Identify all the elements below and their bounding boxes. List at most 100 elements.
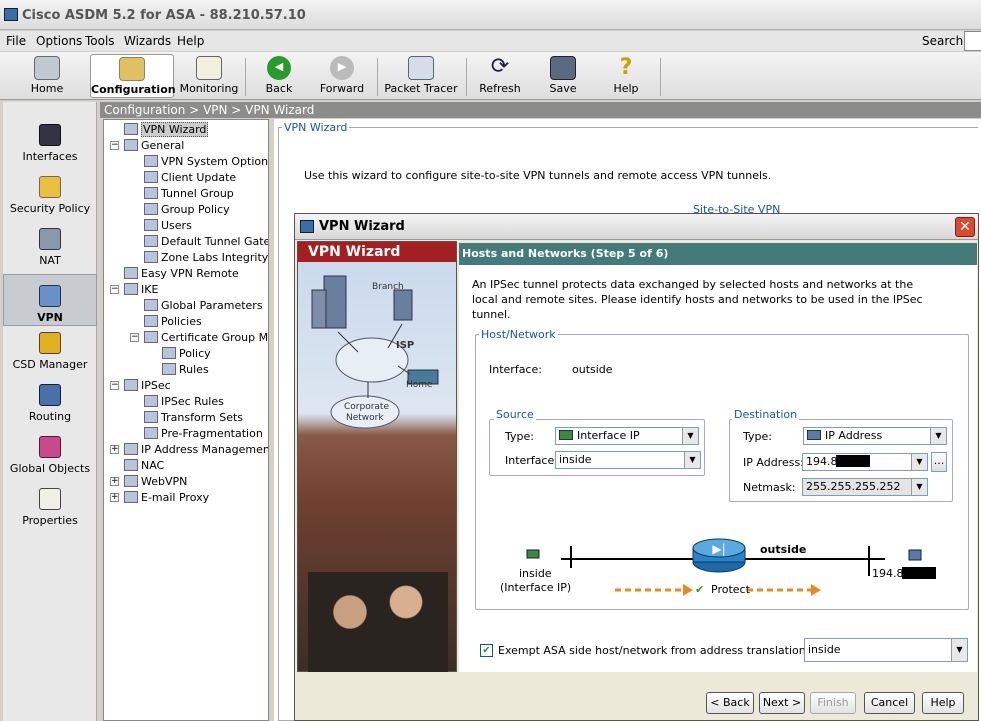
wizard-icon bbox=[124, 123, 138, 135]
tree-item-zone-labs[interactable]: Zone Labs Integrity Se bbox=[144, 250, 268, 266]
redaction-bar bbox=[901, 567, 936, 579]
browse-button[interactable]: ... bbox=[931, 452, 947, 472]
finish-button[interactable]: Finish bbox=[810, 692, 856, 714]
help-button[interactable]: ? Help bbox=[604, 54, 648, 98]
cancel-button[interactable]: Cancel bbox=[864, 692, 915, 714]
tree-item-rules[interactable]: Rules bbox=[162, 362, 209, 378]
packet-tracer-button[interactable]: Packet Tracer bbox=[384, 54, 458, 98]
collapse-toggle[interactable]: − bbox=[110, 141, 119, 150]
parameters-icon bbox=[144, 299, 158, 311]
back-button[interactable]: ◀ Back bbox=[255, 54, 303, 98]
nav-csd-manager[interactable]: CSD Manager bbox=[3, 322, 97, 374]
tree-item-client-update[interactable]: Client Update bbox=[144, 170, 236, 186]
tree-item-default-tunnel-gateway[interactable]: Default Tunnel Gatew bbox=[144, 234, 268, 250]
destination-netmask-select[interactable]: 255.255.255.252 ▼ bbox=[802, 478, 928, 496]
menu-help[interactable]: Help bbox=[177, 34, 204, 48]
exempt-interface-select[interactable]: inside ▼ bbox=[804, 638, 968, 662]
exempt-checkbox[interactable]: ✔ bbox=[480, 644, 493, 657]
destination-type-select[interactable]: IP Address ▼ bbox=[803, 427, 947, 445]
tree-item-ip-address-management[interactable]: IP Address Management bbox=[124, 442, 268, 458]
nav-routing[interactable]: Routing bbox=[3, 374, 97, 426]
back-arrow-icon: ◀ bbox=[267, 56, 291, 80]
dialog-title-bar: VPN Wizard ✕ bbox=[295, 214, 978, 240]
tree-item-policies[interactable]: Policies bbox=[144, 314, 202, 330]
nav-vpn[interactable]: VPN bbox=[3, 274, 97, 326]
help-button[interactable]: Help bbox=[922, 692, 964, 714]
dialog-app-icon bbox=[300, 220, 314, 233]
step-title: Hosts and Networks (Step 5 of 6) bbox=[459, 243, 977, 265]
tree-item-pre-fragmentation[interactable]: Pre-Fragmentation bbox=[144, 426, 263, 442]
banner-label-home: Home bbox=[406, 380, 433, 390]
forward-button[interactable]: ▶ Forward bbox=[318, 54, 366, 98]
chevron-down-icon: ▼ bbox=[684, 452, 700, 468]
source-type-label: Type: bbox=[505, 430, 534, 443]
nav-properties[interactable]: Properties bbox=[3, 478, 97, 530]
monitoring-button[interactable]: Monitoring bbox=[178, 54, 240, 98]
expand-toggle[interactable]: + bbox=[110, 477, 119, 486]
nav-routing-label: Routing bbox=[28, 410, 72, 423]
ip-management-icon bbox=[124, 443, 138, 455]
tree-item-certificate-group[interactable]: Certificate Group Matc bbox=[144, 330, 268, 346]
next-button[interactable]: Next > bbox=[759, 692, 805, 714]
destination-ip-select[interactable]: 194.8 ▼ bbox=[802, 453, 928, 471]
tree-item-tunnel-group[interactable]: Tunnel Group bbox=[144, 186, 234, 202]
config-tree: VPN Wizard − General VPN System Options … bbox=[103, 119, 269, 721]
chevron-down-icon: ▼ bbox=[930, 428, 946, 444]
destination-ip-label: IP Address: bbox=[743, 456, 804, 469]
menu-options[interactable]: Options bbox=[36, 34, 82, 48]
ip-address-icon bbox=[807, 430, 821, 440]
tree-item-vpn-system-options[interactable]: VPN System Options bbox=[144, 154, 268, 170]
tree-item-vpn-wizard[interactable]: VPN Wizard bbox=[124, 122, 209, 138]
diagram-interface-ip-label: (Interface IP) bbox=[500, 581, 572, 594]
nav-global-objects[interactable]: Global Objects bbox=[3, 426, 97, 478]
expand-toggle[interactable]: + bbox=[110, 493, 119, 502]
expand-toggle[interactable]: + bbox=[110, 445, 119, 454]
source-interface-select[interactable]: inside ▼ bbox=[555, 451, 701, 469]
refresh-button[interactable]: ⟳ Refresh bbox=[476, 54, 524, 98]
destination-netmask-label: Netmask: bbox=[743, 481, 796, 494]
menu-tools[interactable]: Tools bbox=[85, 34, 115, 48]
tree-item-transform-sets[interactable]: Transform Sets bbox=[144, 410, 243, 426]
configuration-button[interactable]: Configuration bbox=[90, 54, 176, 98]
asdm-app-icon bbox=[4, 8, 18, 21]
nav-nat[interactable]: NAT bbox=[3, 218, 97, 270]
collapse-toggle[interactable]: − bbox=[130, 333, 139, 342]
tree-item-ipsec[interactable]: IPSec bbox=[124, 378, 171, 394]
svg-text:▶|: ▶| bbox=[712, 542, 725, 556]
forward-arrow-icon: ▶ bbox=[330, 56, 354, 80]
tree-item-global-parameters[interactable]: Global Parameters bbox=[144, 298, 263, 314]
chevron-down-icon: ▼ bbox=[911, 479, 927, 495]
tree-item-easy-vpn-remote[interactable]: Easy VPN Remote bbox=[124, 266, 239, 282]
nav-security-policy[interactable]: Security Policy bbox=[3, 166, 97, 218]
back-label: Back bbox=[265, 82, 293, 95]
tree-item-general[interactable]: General bbox=[124, 138, 184, 154]
window-title: Cisco ASDM 5.2 for ASA - 88.210.57.10 bbox=[22, 8, 306, 23]
nav-nat-label: NAT bbox=[39, 254, 61, 267]
tree-item-users[interactable]: Users bbox=[144, 218, 192, 234]
tree-item-webvpn[interactable]: WebVPN bbox=[124, 474, 187, 490]
intro-text: Use this wizard to configure site-to-sit… bbox=[304, 169, 772, 182]
close-button[interactable]: ✕ bbox=[955, 217, 975, 237]
tree-item-ike[interactable]: IKE bbox=[124, 282, 158, 298]
banner-title: VPN Wizard bbox=[298, 242, 456, 262]
nav-interfaces[interactable]: Interfaces bbox=[3, 114, 97, 166]
collapse-toggle[interactable]: − bbox=[110, 381, 119, 390]
tree-item-email-proxy[interactable]: E-mail Proxy bbox=[124, 490, 209, 506]
back-button[interactable]: < Back bbox=[706, 692, 754, 714]
source-type-select[interactable]: Interface IP ▼ bbox=[555, 427, 699, 445]
nav-security-policy-label: Security Policy bbox=[9, 202, 91, 215]
search-input[interactable] bbox=[964, 31, 981, 51]
tree-item-group-policy[interactable]: Group Policy bbox=[144, 202, 230, 218]
general-icon bbox=[124, 139, 138, 151]
forward-label: Forward bbox=[319, 82, 365, 95]
ipsec-icon bbox=[124, 379, 138, 391]
tree-item-nac[interactable]: NAC bbox=[124, 458, 164, 474]
tree-item-ipsec-rules[interactable]: IPSec Rules bbox=[144, 394, 224, 410]
tree-item-policy[interactable]: Policy bbox=[162, 346, 211, 362]
collapse-toggle[interactable]: − bbox=[110, 285, 119, 294]
menu-wizards[interactable]: Wizards bbox=[124, 34, 171, 48]
save-button[interactable]: Save bbox=[540, 54, 586, 98]
step-description: An IPSec tunnel protects data exchanged … bbox=[472, 278, 923, 321]
home-button[interactable]: Home bbox=[20, 54, 74, 98]
menu-file[interactable]: File bbox=[6, 34, 26, 48]
